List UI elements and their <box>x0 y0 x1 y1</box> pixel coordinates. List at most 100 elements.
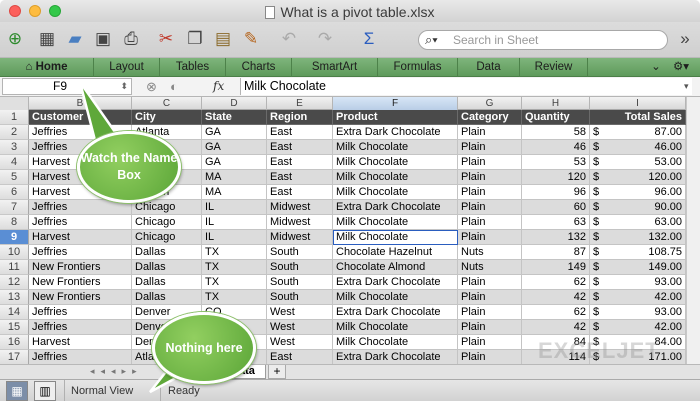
row-header[interactable]: 2 <box>0 125 29 140</box>
row-header[interactable]: 7 <box>0 200 29 215</box>
cell-quantity[interactable]: 46 <box>522 140 590 155</box>
paste-icon[interactable]: ▤ <box>212 28 234 50</box>
cell-product[interactable]: Extra Dark Chocolate <box>333 125 458 140</box>
cell-customer[interactable]: New Frontiers <box>29 275 132 290</box>
cell-category[interactable]: Plain <box>458 185 522 200</box>
row-header[interactable]: 6 <box>0 185 29 200</box>
autosum-icon[interactable]: Σ <box>358 28 380 50</box>
cell-customer[interactable]: Harvest <box>29 335 132 350</box>
row-header[interactable]: 13 <box>0 290 29 305</box>
cell-quantity[interactable]: 62 <box>522 275 590 290</box>
tab-layout[interactable]: Layout <box>94 58 160 77</box>
column-header-i[interactable]: I <box>590 97 686 110</box>
cell-customer[interactable]: Jeffries <box>29 245 132 260</box>
cell-city[interactable]: Dallas <box>132 290 202 305</box>
cell-currency[interactable]: $ <box>590 170 604 185</box>
cell-total-sales[interactable]: 149.00 <box>604 260 686 275</box>
cell-currency[interactable]: $ <box>590 305 604 320</box>
cell-currency[interactable]: $ <box>590 230 604 245</box>
cell-region[interactable]: East <box>267 170 333 185</box>
format-painter-icon[interactable]: ✎ <box>240 28 262 50</box>
cell-city[interactable]: Chicago <box>132 230 202 245</box>
cell-state[interactable]: TX <box>202 275 267 290</box>
cell-currency[interactable]: $ <box>590 185 604 200</box>
cell-region[interactable]: South <box>267 260 333 275</box>
cell-product[interactable]: Extra Dark Chocolate <box>333 350 458 365</box>
cell-currency[interactable]: $ <box>590 275 604 290</box>
cell-product[interactable]: Milk Chocolate <box>333 230 458 245</box>
cell-total-sales[interactable]: 90.00 <box>604 200 686 215</box>
cell-category[interactable]: Nuts <box>458 245 522 260</box>
cell-product[interactable]: Milk Chocolate <box>333 320 458 335</box>
cell-region[interactable]: East <box>267 350 333 365</box>
toolbar-overflow-icon[interactable]: » <box>674 28 696 50</box>
ribbon-collapse-icon[interactable]: ⌄ <box>646 58 666 77</box>
cell-quantity[interactable]: 58 <box>522 125 590 140</box>
cell-total-sales[interactable]: 93.00 <box>604 305 686 320</box>
cell-region[interactable]: West <box>267 335 333 350</box>
tab-tables[interactable]: Tables <box>160 58 226 77</box>
cell-total-sales[interactable]: 42.00 <box>604 320 686 335</box>
cell-state[interactable]: IL <box>202 230 267 245</box>
new-workbook-icon[interactable]: ⊕ <box>4 28 26 50</box>
cell-product[interactable]: Extra Dark Chocolate <box>333 200 458 215</box>
cell-customer[interactable]: New Frontiers <box>29 260 132 275</box>
cell-quantity[interactable]: 149 <box>522 260 590 275</box>
save-icon[interactable]: ▣ <box>92 28 114 50</box>
column-header-c[interactable]: C <box>132 97 202 110</box>
tab-review[interactable]: Review <box>520 58 588 77</box>
cell-product[interactable]: Milk Chocolate <box>333 215 458 230</box>
cell-region[interactable]: South <box>267 245 333 260</box>
cell-quantity[interactable]: 42 <box>522 290 590 305</box>
cell-quantity[interactable]: 63 <box>522 215 590 230</box>
row-header[interactable]: 15 <box>0 320 29 335</box>
cell-currency[interactable]: $ <box>590 290 604 305</box>
cell-state[interactable]: IL <box>202 200 267 215</box>
row-header[interactable]: 9 <box>0 230 29 245</box>
cell-quantity[interactable]: 96 <box>522 185 590 200</box>
cell-currency[interactable]: $ <box>590 215 604 230</box>
row-header[interactable]: 5 <box>0 170 29 185</box>
cell-customer[interactable]: Jeffries <box>29 215 132 230</box>
cell-product[interactable]: Milk Chocolate <box>333 290 458 305</box>
row-header[interactable]: 12 <box>0 275 29 290</box>
header-cell-state[interactable]: State <box>202 110 267 125</box>
row-header[interactable]: 17 <box>0 350 29 365</box>
cell-customer[interactable]: Jeffries <box>29 350 132 365</box>
vertical-scrollbar[interactable] <box>686 97 700 367</box>
cell-category[interactable]: Plain <box>458 200 522 215</box>
cell-category[interactable]: Plain <box>458 275 522 290</box>
cell-total-sales[interactable]: 53.00 <box>604 155 686 170</box>
cell-product[interactable]: Milk Chocolate <box>333 140 458 155</box>
cell-customer[interactable]: New Frontiers <box>29 290 132 305</box>
header-cell-region[interactable]: Region <box>267 110 333 125</box>
header-cell-total-sales[interactable]: Total Sales <box>590 110 686 125</box>
copy-icon[interactable]: ❐ <box>184 28 206 50</box>
cell-region[interactable]: East <box>267 140 333 155</box>
header-cell-product[interactable]: Product <box>333 110 458 125</box>
row-header[interactable]: 1 <box>0 110 29 125</box>
cell-region[interactable]: South <box>267 275 333 290</box>
row-header[interactable]: 3 <box>0 140 29 155</box>
row-header[interactable]: 11 <box>0 260 29 275</box>
cell-currency[interactable]: $ <box>590 140 604 155</box>
cell-currency[interactable]: $ <box>590 320 604 335</box>
open-folder-icon[interactable]: ▰ <box>64 28 86 50</box>
cut-icon[interactable]: ✂ <box>155 28 177 50</box>
templates-icon[interactable]: ▦ <box>36 28 58 50</box>
cell-currency[interactable]: $ <box>590 260 604 275</box>
cell-city[interactable]: Chicago <box>132 200 202 215</box>
cell-region[interactable]: West <box>267 320 333 335</box>
row-header[interactable]: 8 <box>0 215 29 230</box>
cell-state[interactable]: GA <box>202 155 267 170</box>
cell-category[interactable]: Plain <box>458 290 522 305</box>
cell-category[interactable]: Plain <box>458 170 522 185</box>
cell-total-sales[interactable]: 46.00 <box>604 140 686 155</box>
row-header[interactable]: 14 <box>0 305 29 320</box>
select-all-corner[interactable] <box>0 97 29 110</box>
cell-total-sales[interactable]: 96.00 <box>604 185 686 200</box>
cell-city[interactable]: Dallas <box>132 260 202 275</box>
formula-input[interactable]: Milk Chocolate <box>240 78 692 95</box>
cell-state[interactable]: MA <box>202 185 267 200</box>
cell-quantity[interactable]: 120 <box>522 170 590 185</box>
